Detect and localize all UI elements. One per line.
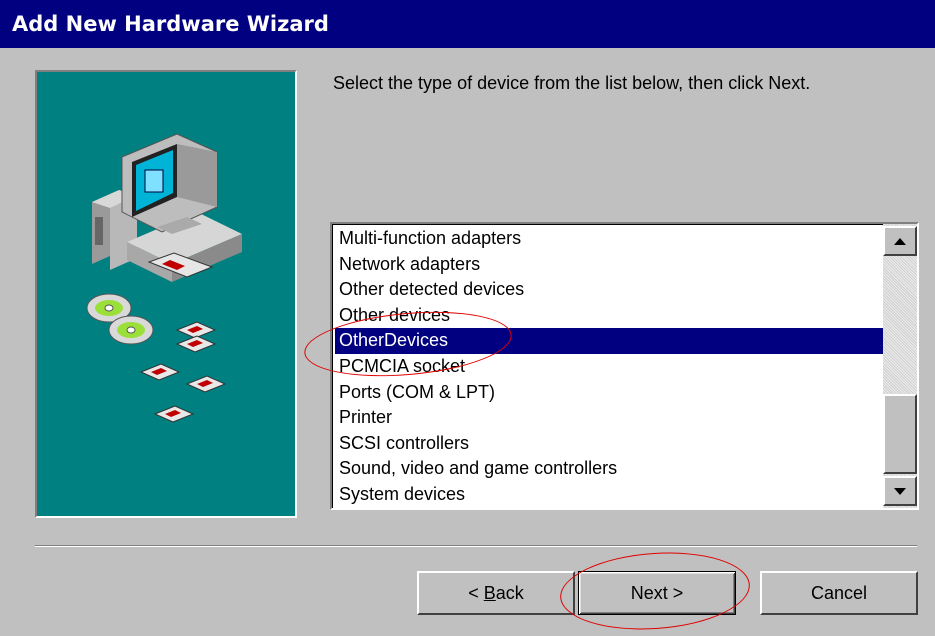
button-separator [35, 545, 917, 547]
list-item[interactable]: Sound, video and game controllers [335, 456, 884, 482]
wizard-illustration [86, 133, 242, 423]
list-item[interactable]: Printer [335, 405, 884, 431]
list-item-selected[interactable]: OtherDevices [335, 328, 884, 354]
next-button-label: Next > [630, 582, 684, 603]
scrollbar-thumb[interactable] [883, 394, 917, 474]
list-item[interactable]: Other detected devices [335, 277, 884, 303]
cd-rom-icon [86, 293, 154, 345]
cancel-button[interactable]: Cancel [760, 571, 918, 615]
scroll-up-arrow-icon [894, 237, 906, 245]
list-item[interactable]: Multi-function adapters [335, 226, 884, 252]
cancel-button-label: Cancel [810, 582, 868, 603]
list-item[interactable]: Ports (COM & LPT) [335, 380, 884, 406]
list-item[interactable]: PCMCIA socket [335, 354, 884, 380]
computer-icon [92, 133, 242, 282]
back-button[interactable]: < Back [417, 571, 575, 615]
instruction-text: Select the type of device from the list … [333, 73, 811, 93]
scroll-down-arrow-icon [894, 487, 906, 495]
vertical-scrollbar[interactable] [883, 224, 917, 508]
wizard-illustration-panel [35, 70, 297, 518]
list-item[interactable]: Other devices [335, 303, 884, 329]
list-item[interactable]: SCSI controllers [335, 431, 884, 457]
next-button[interactable]: Next > [578, 571, 736, 615]
scroll-down-button[interactable] [883, 476, 917, 506]
scroll-up-button[interactable] [883, 226, 917, 256]
window-title-bar[interactable]: Add New Hardware Wizard [0, 0, 935, 48]
device-type-list-items: Multi-function adapters Network adapters… [335, 226, 884, 508]
device-type-list[interactable]: Multi-function adapters Network adapters… [330, 222, 919, 510]
window-title: Add New Hardware Wizard [12, 12, 329, 36]
list-item[interactable]: System devices [335, 482, 884, 508]
back-button-label: < Back [468, 582, 524, 603]
floppy-disk-icon [139, 321, 227, 423]
list-item[interactable]: Network adapters [335, 252, 884, 278]
